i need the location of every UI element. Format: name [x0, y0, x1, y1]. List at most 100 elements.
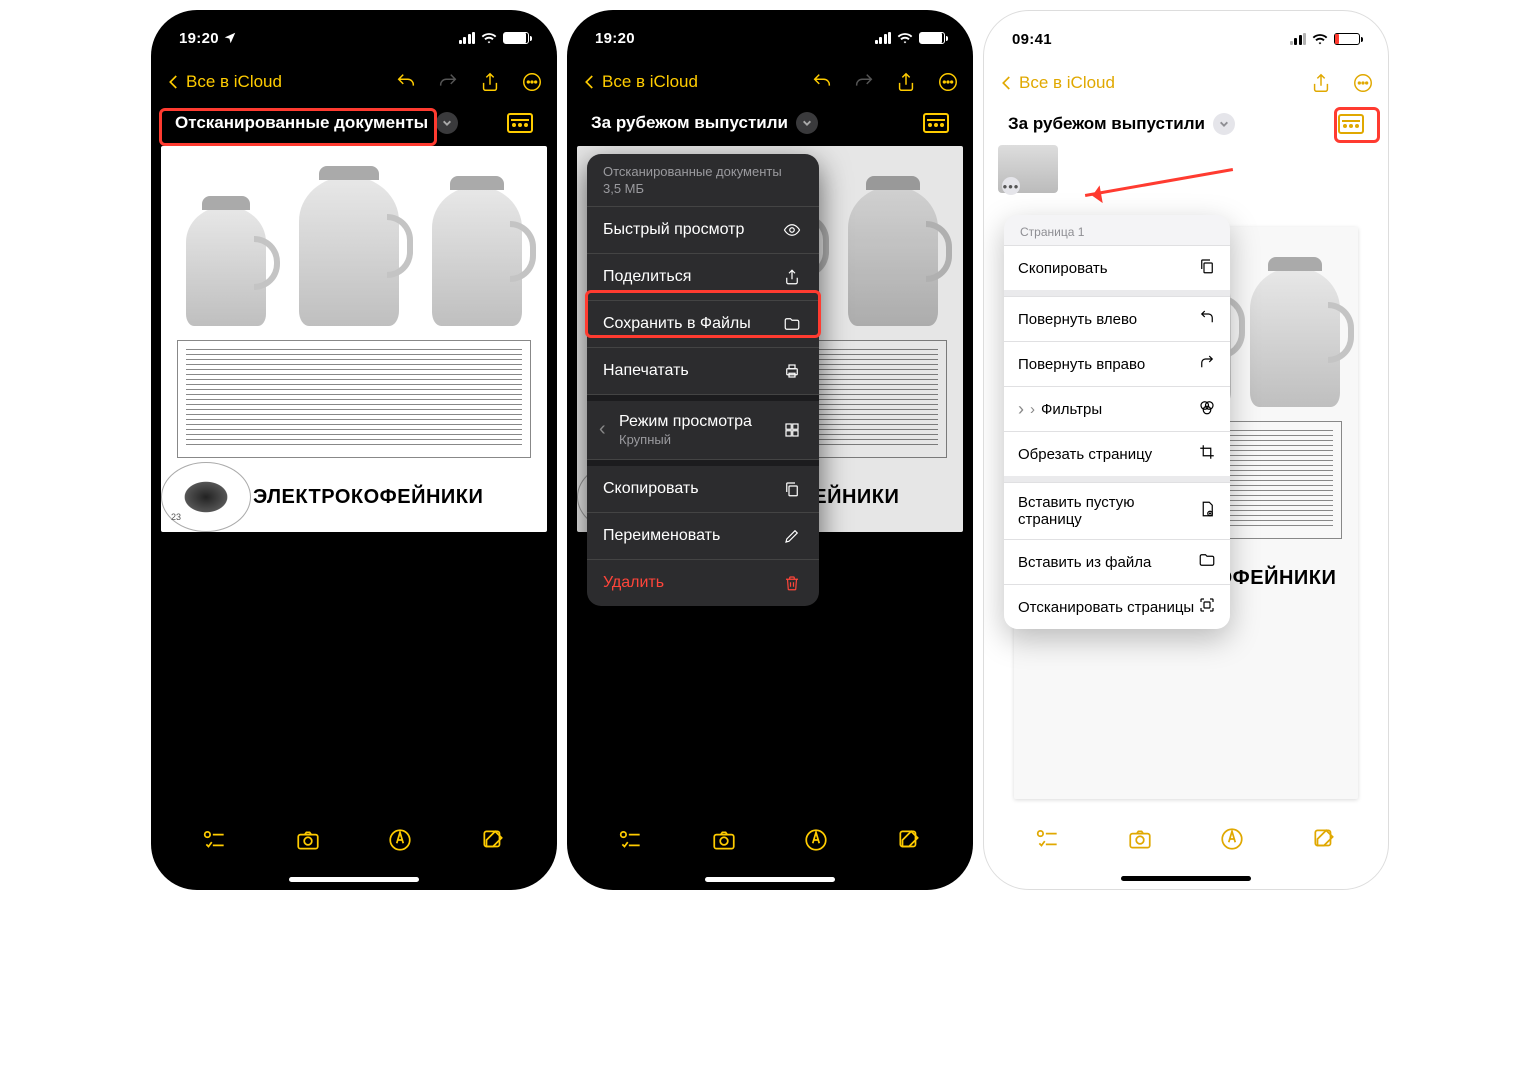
battery-icon — [503, 32, 529, 44]
wifi-icon — [1312, 31, 1328, 47]
eye-icon — [781, 219, 803, 241]
home-indicator — [705, 877, 835, 882]
copy-icon — [781, 478, 803, 500]
markup-button[interactable] — [803, 827, 829, 853]
menu-print[interactable]: Напечатать — [587, 348, 819, 395]
menu-filters[interactable]: › Фильтры — [1004, 386, 1230, 431]
share-icon — [781, 266, 803, 288]
battery-icon — [1334, 33, 1360, 45]
camera-button[interactable] — [1127, 826, 1153, 852]
cellular-icon — [1290, 33, 1307, 45]
menu-scan-pages[interactable]: Отсканировать страницы — [1004, 584, 1230, 629]
menu-rotate-left[interactable]: Повернуть влево — [1004, 296, 1230, 341]
nav-bar: Все в iCloud — [567, 60, 973, 104]
menu-rotate-right[interactable]: Повернуть вправо — [1004, 341, 1230, 386]
grid-icon — [781, 419, 803, 441]
compose-button[interactable] — [1311, 826, 1337, 852]
menu-insert-blank[interactable]: Вставить пустую страницу — [1004, 482, 1230, 539]
cellular-icon — [459, 32, 476, 44]
status-bar: 09:41 — [984, 17, 1388, 61]
chevron-left-icon — [165, 73, 183, 91]
scanned-document[interactable]: ЭЛЕКТРОКОФЕЙНИКИ 23 — [161, 146, 547, 532]
time-text: 19:20 — [595, 30, 635, 47]
rotate-left-icon — [1198, 308, 1216, 330]
menu-crop-page[interactable]: Обрезать страницу — [1004, 431, 1230, 476]
screen-1: 19:20 Все в iCloud Отсканированные докум… — [151, 10, 557, 890]
back-button[interactable]: Все в iCloud — [581, 72, 698, 92]
cellular-icon — [875, 32, 892, 44]
doc-image — [171, 156, 537, 326]
note-title[interactable]: За рубежом выпустили — [591, 113, 788, 133]
filters-icon — [1198, 398, 1216, 420]
scan-icon — [1198, 596, 1216, 618]
checklist-button[interactable] — [618, 827, 644, 853]
page-context-menu: Страница 1 Скопировать Повернуть влево П… — [1004, 215, 1230, 629]
title-chevron-button[interactable] — [796, 112, 818, 134]
nav-bar: Все в iCloud — [151, 60, 557, 104]
checklist-button[interactable] — [202, 827, 228, 853]
back-label: Все в iCloud — [186, 72, 282, 92]
note-title-row: За рубежом выпустили — [994, 105, 1378, 141]
menu-share[interactable]: Поделиться — [587, 254, 819, 301]
markup-button[interactable] — [387, 827, 413, 853]
title-chevron-button[interactable] — [1213, 113, 1235, 135]
printer-icon — [781, 360, 803, 382]
menu-rename[interactable]: Переименовать — [587, 513, 819, 560]
compose-button[interactable] — [896, 827, 922, 853]
battery-icon — [919, 32, 945, 44]
markup-button[interactable] — [1219, 826, 1245, 852]
menu-copy[interactable]: Скопировать — [1004, 245, 1230, 290]
thumbnails-button[interactable] — [507, 113, 533, 133]
redo-button — [437, 71, 459, 93]
note-title-row: За рубежом выпустили — [577, 104, 963, 140]
menu-save-to-files[interactable]: Сохранить в Файлы — [587, 301, 819, 348]
note-title[interactable]: За рубежом выпустили — [1008, 114, 1205, 134]
more-button[interactable] — [521, 71, 543, 93]
camera-button[interactable] — [295, 827, 321, 853]
undo-button[interactable] — [395, 71, 417, 93]
share-button[interactable] — [1310, 72, 1332, 94]
time-text: 19:20 — [179, 30, 219, 47]
menu-insert-from-file[interactable]: Вставить из файла — [1004, 539, 1230, 584]
menu-header: Страница 1 — [1004, 215, 1230, 245]
menu-view-mode[interactable]: Режим просмотра Крупный — [587, 401, 819, 460]
thumbnails-button[interactable] — [923, 113, 949, 133]
more-button[interactable] — [937, 71, 959, 93]
context-menu: Отсканированные документы 3,5 МБ Быстрый… — [587, 154, 819, 606]
menu-delete[interactable]: Удалить — [587, 560, 819, 606]
folder-icon — [781, 313, 803, 335]
back-label: Все в iCloud — [1019, 73, 1115, 93]
title-chevron-button[interactable] — [436, 112, 458, 134]
share-button[interactable] — [479, 71, 501, 93]
note-title-row: Отсканированные документы — [161, 104, 547, 140]
location-icon — [223, 31, 237, 45]
status-bar: 19:20 — [151, 16, 557, 60]
screen-2: 19:20 Все в iCloud За рубежом выпустили — [567, 10, 973, 890]
camera-button[interactable] — [711, 827, 737, 853]
back-button[interactable]: Все в iCloud — [165, 72, 282, 92]
thumbnails-button[interactable] — [1338, 114, 1364, 134]
page-thumbnail[interactable]: ••• — [998, 145, 1058, 193]
status-time: 19:20 — [179, 30, 237, 47]
note-title[interactable]: Отсканированные документы — [175, 113, 428, 133]
back-label: Все в iCloud — [602, 72, 698, 92]
menu-copy[interactable]: Скопировать — [587, 466, 819, 513]
more-button[interactable] — [1352, 72, 1374, 94]
undo-button[interactable] — [811, 71, 833, 93]
nav-bar: Все в iCloud — [984, 61, 1388, 105]
crop-icon — [1198, 443, 1216, 465]
compose-button[interactable] — [480, 827, 506, 853]
menu-quick-look[interactable]: Быстрый просмотр — [587, 207, 819, 254]
thumbnail-more-button[interactable]: ••• — [1002, 177, 1020, 195]
checklist-button[interactable] — [1035, 826, 1061, 852]
menu-header: Отсканированные документы 3,5 МБ — [587, 154, 819, 207]
annotation-arrow — [1085, 168, 1233, 197]
doc-page-number: 23 — [171, 512, 181, 522]
wifi-icon — [481, 30, 497, 46]
back-button[interactable]: Все в iCloud — [998, 73, 1115, 93]
rotate-right-icon — [1198, 353, 1216, 375]
pencil-icon — [781, 525, 803, 547]
trash-icon — [781, 572, 803, 594]
share-button[interactable] — [895, 71, 917, 93]
cup-image — [171, 472, 241, 522]
